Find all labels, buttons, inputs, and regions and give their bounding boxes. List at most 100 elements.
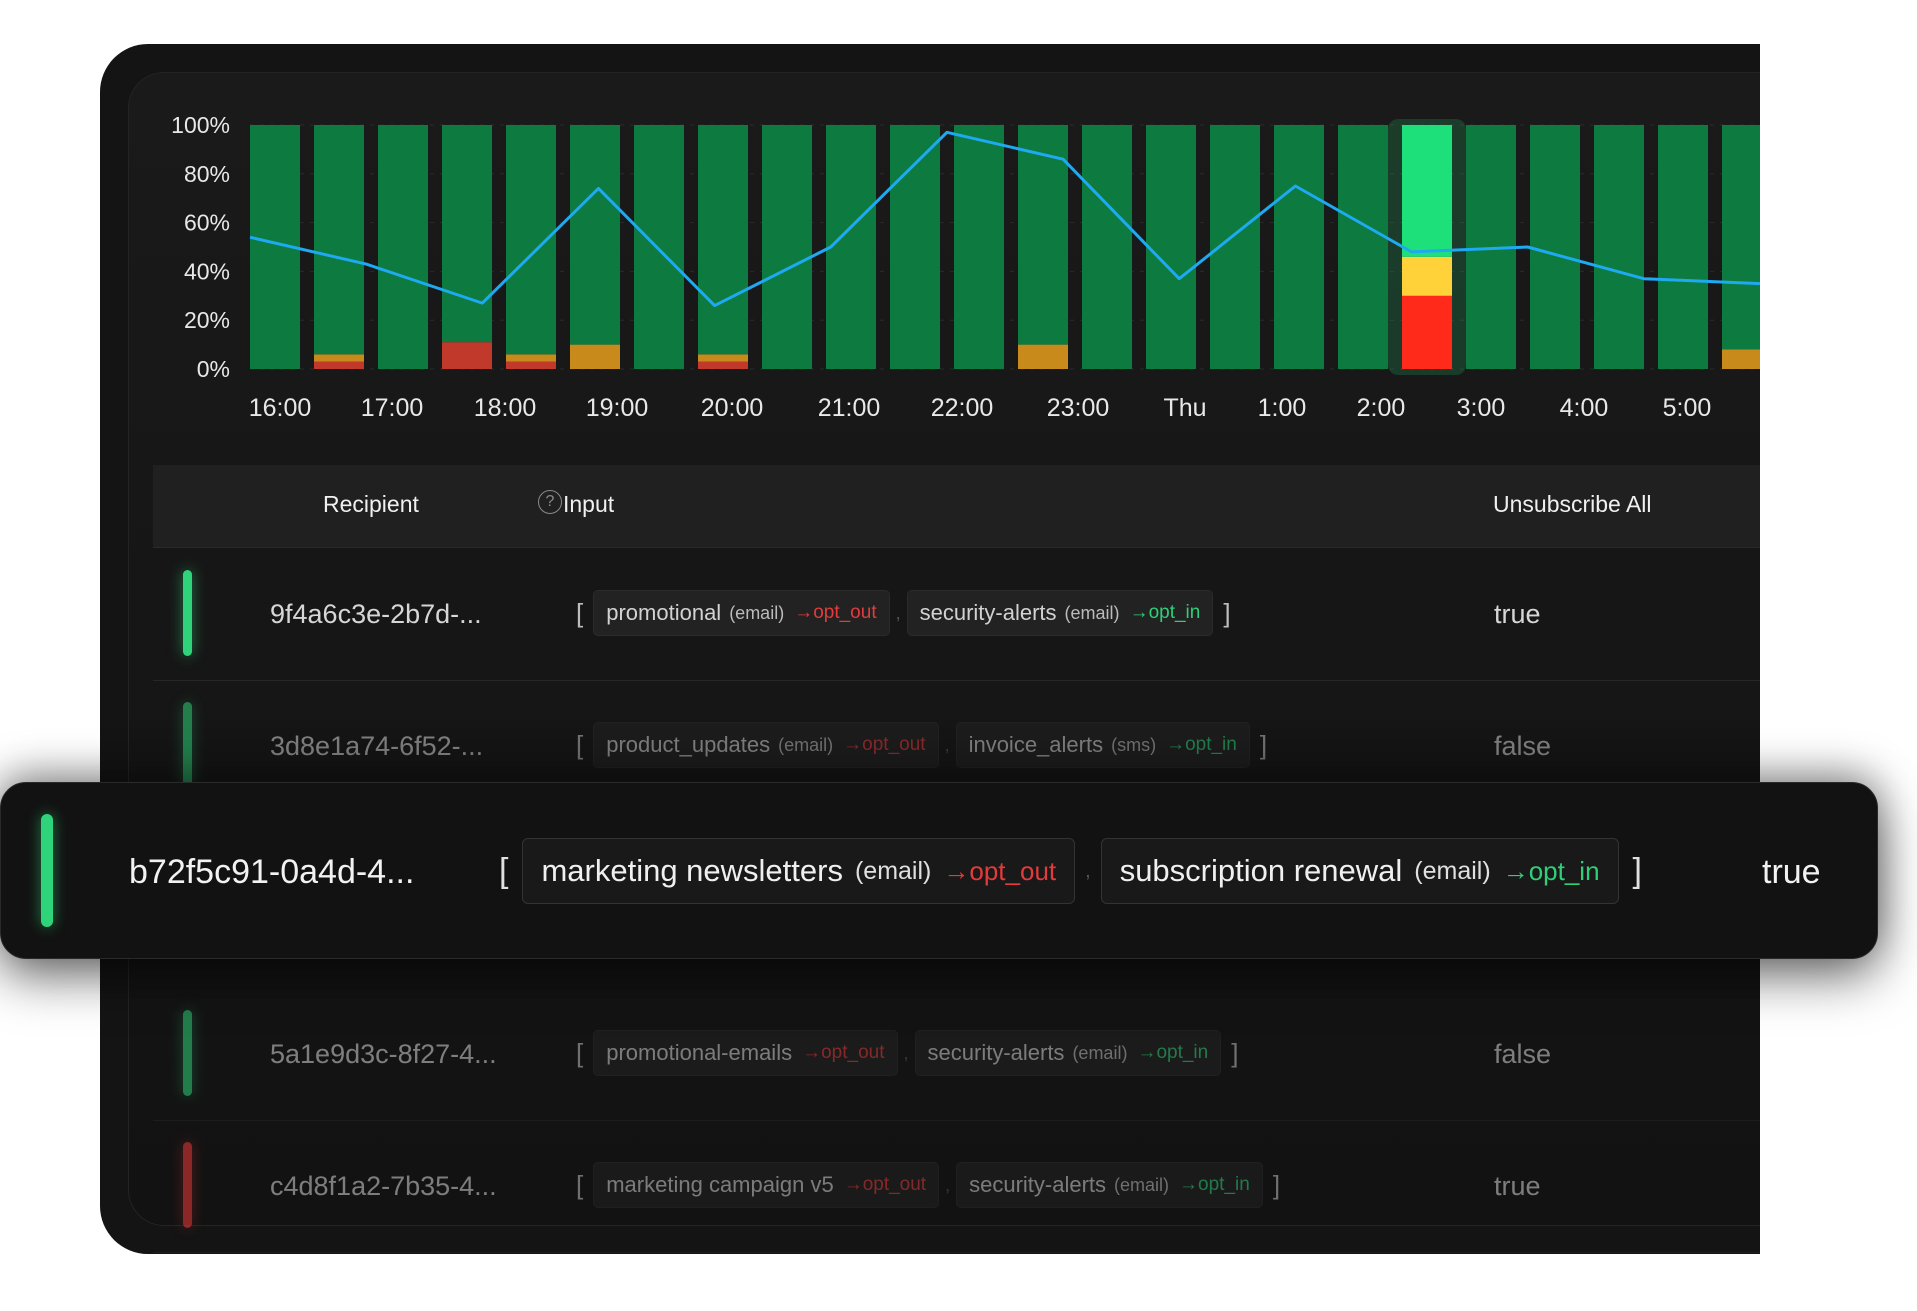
- recipient-id: b72f5c91-0a4d-4...: [129, 853, 415, 891]
- chip-name: security-alerts: [919, 600, 1057, 625]
- chip-name: invoice_alerts: [968, 732, 1104, 757]
- chip-name: promotional: [606, 600, 722, 625]
- y-tick-label: 100%: [171, 112, 230, 138]
- preference-chip[interactable]: security-alerts (email) →opt_in: [956, 1162, 1263, 1208]
- y-tick-label: 20%: [184, 307, 230, 333]
- unsubscribe-value: true: [1494, 599, 1541, 629]
- x-tick-label: 2:00: [1357, 394, 1406, 422]
- status-indicator: [183, 570, 192, 656]
- table-row[interactable]: 9f4a6c3e-2b7d-... [ promotional (email) …: [153, 548, 1760, 681]
- x-tick-label: 5:00: [1663, 394, 1712, 422]
- bar-segment-green: [826, 125, 876, 369]
- bar-segment-green: [1338, 125, 1388, 369]
- bar-segment-green: [442, 125, 492, 343]
- close-bracket: ]: [1632, 851, 1642, 890]
- dashboard-panel: 100% 80% 60% 40% 20% 0% 16:00 17:00 18:00 19:00 2…: [100, 44, 1760, 1254]
- chip-name: subscription renewal: [1119, 853, 1403, 888]
- status-indicator: [183, 1142, 192, 1228]
- bar-segment-green: [1658, 125, 1708, 369]
- bar-segment-yellow: [314, 354, 364, 362]
- chip-channel: (email): [778, 734, 834, 755]
- bar-segment-green: [1274, 125, 1324, 369]
- preference-chip[interactable]: product_updates (email) →opt_out: [593, 722, 939, 768]
- recipient-id: 9f4a6c3e-2b7d-...: [270, 599, 482, 629]
- bar-segment-green: [762, 125, 812, 369]
- x-tick-label: 20:00: [701, 394, 764, 422]
- bar-segment-green: [1530, 125, 1580, 369]
- chip-channel: (email): [854, 856, 932, 885]
- unsubscribe-value: true: [1762, 853, 1821, 891]
- bar-segment-yellow: [1402, 256, 1452, 296]
- close-bracket: ]: [1223, 597, 1231, 628]
- chip-action: →opt_out: [794, 602, 877, 623]
- bar-segment-green: [634, 125, 684, 369]
- chip-channel: (email): [1064, 602, 1120, 623]
- unsubscribe-value: true: [1494, 1171, 1541, 1201]
- bar-segment-green: [954, 125, 1004, 369]
- chip-action: →opt_in: [1502, 855, 1600, 886]
- x-tick-label: Thu: [1163, 394, 1206, 422]
- bar-segment-green: [1082, 125, 1132, 369]
- table-row[interactable]: c4d8f1a2-7b35-4... [ marketing campaign …: [153, 1120, 1760, 1253]
- x-tick-label: 19:00: [586, 394, 649, 422]
- preference-chip[interactable]: invoice_alerts (sms) →opt_in: [955, 722, 1250, 768]
- preference-chip[interactable]: security-alerts (email) →opt_in: [914, 1030, 1222, 1076]
- y-tick-label: 0%: [197, 356, 230, 382]
- chip-name: marketing campaign v5: [606, 1172, 834, 1197]
- chip-action: →opt_out: [843, 734, 926, 755]
- open-bracket: [: [576, 597, 584, 628]
- input-list: [ marketing newsletters (email) →opt_out…: [485, 838, 1656, 904]
- input-list: [ product_updates (email) →opt_out , inv…: [566, 722, 1277, 768]
- header-unsubscribe-all: Unsubscribe All: [1493, 491, 1652, 517]
- separator: ,: [895, 602, 901, 623]
- chip-action: →opt_in: [1166, 734, 1237, 755]
- status-indicator: [183, 1010, 192, 1096]
- chip-name: security-alerts: [969, 1172, 1107, 1197]
- preference-chip[interactable]: promotional-emails →opt_out: [593, 1030, 898, 1076]
- preference-chip[interactable]: subscription renewal (email) →opt_in: [1100, 838, 1619, 904]
- chip-action: →opt_in: [1179, 1174, 1250, 1195]
- x-tick-label: 3:00: [1457, 394, 1506, 422]
- x-tick-label: 4:00: [1560, 394, 1609, 422]
- chip-action: →opt_out: [943, 855, 1057, 886]
- input-list: [ promotional-emails →opt_out , security…: [566, 1030, 1248, 1076]
- chip-name: promotional-emails: [606, 1040, 793, 1065]
- x-tick-label: 17:00: [361, 394, 424, 422]
- bar-segment-green: [1146, 125, 1196, 369]
- preference-chip[interactable]: security-alerts (email) →opt_in: [906, 590, 1214, 636]
- input-list: [ promotional (email) →opt_out , securit…: [566, 590, 1241, 636]
- close-bracket: ]: [1259, 729, 1268, 760]
- chip-name: security-alerts: [927, 1040, 1065, 1065]
- y-tick-label: 80%: [184, 161, 230, 187]
- header-input: Input: [563, 491, 615, 517]
- recipient-id: 5a1e9d3c-8f27-4...: [270, 1039, 497, 1069]
- x-tick-label: 1:00: [1258, 394, 1307, 422]
- header-recipient: Recipient: [323, 491, 419, 517]
- chip-action: →opt_out: [843, 1174, 927, 1195]
- preference-chip[interactable]: marketing campaign v5 →opt_out: [593, 1162, 940, 1208]
- recipient-id: c4d8f1a2-7b35-4...: [270, 1171, 497, 1201]
- preference-chip[interactable]: marketing newsletters (email) →opt_out: [522, 838, 1076, 904]
- input-list: [ marketing campaign v5 →opt_out , secur…: [566, 1162, 1290, 1208]
- bar-segment-green: [314, 125, 364, 355]
- close-bracket: ]: [1231, 1037, 1239, 1068]
- x-tick-label: 16:00: [249, 394, 312, 422]
- bar-segment-yellow: [1018, 344, 1068, 369]
- table-header: Recipient ? Input Unsubscribe All: [153, 465, 1760, 548]
- preference-chip[interactable]: promotional (email) →opt_out: [593, 590, 890, 636]
- separator: ,: [945, 1174, 951, 1195]
- chip-name: product_updates: [606, 732, 771, 757]
- open-bracket: [: [499, 851, 509, 890]
- bar-segment-green: [1722, 125, 1760, 350]
- chip-action: →opt_out: [802, 1042, 885, 1063]
- separator: ,: [944, 734, 950, 755]
- highlighted-row[interactable]: b72f5c91-0a4d-4... [ marketing newslette…: [0, 782, 1878, 959]
- table-row[interactable]: 5a1e9d3c-8f27-4... [ promotional-emails …: [153, 988, 1760, 1121]
- bar-segment-red: [506, 361, 556, 369]
- x-tick-label: 18:00: [474, 394, 537, 422]
- open-bracket: [: [576, 1037, 584, 1068]
- unsubscribe-value: false: [1494, 731, 1552, 761]
- bar-segment-red: [314, 361, 364, 369]
- separator: ,: [903, 1042, 909, 1063]
- help-icon[interactable]: ?: [538, 490, 562, 514]
